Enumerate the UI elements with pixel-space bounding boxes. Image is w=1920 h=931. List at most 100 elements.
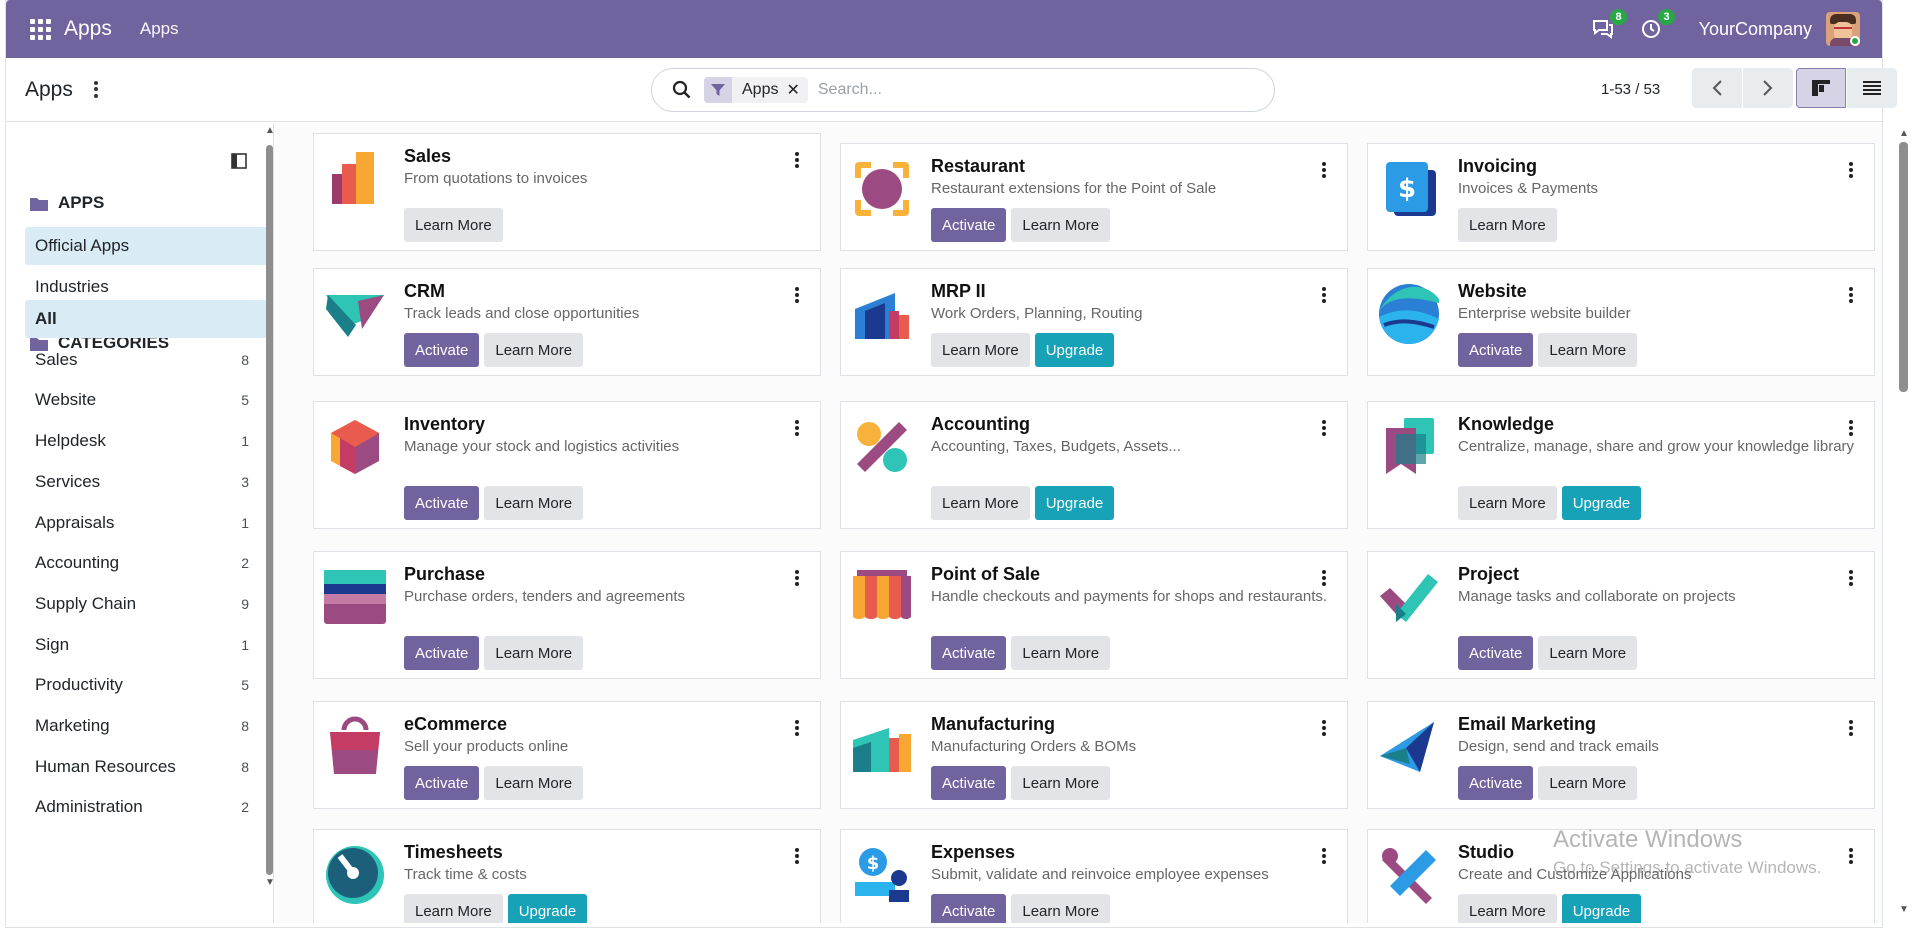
learn-more-button[interactable]: Learn More: [484, 486, 584, 520]
navbar-menu-apps[interactable]: Apps: [140, 19, 179, 39]
activate-button[interactable]: Activate: [404, 636, 480, 670]
app-card-manufacturing[interactable]: Manufacturing Manufacturing Orders & BOMs…: [840, 701, 1348, 809]
app-card-accounting[interactable]: Accounting Accounting, Taxes, Budgets, As…: [840, 401, 1348, 529]
navbar-brand[interactable]: Apps: [64, 17, 112, 41]
card-menu-icon[interactable]: [1848, 419, 1854, 437]
card-menu-icon[interactable]: [1321, 719, 1327, 737]
sidebar-category-appraisals[interactable]: Appraisals 1: [25, 504, 267, 542]
search-input[interactable]: [817, 81, 1274, 99]
learn-more-button[interactable]: Learn More: [484, 333, 584, 367]
activate-button[interactable]: Activate: [931, 208, 1007, 242]
card-menu-icon[interactable]: [1848, 569, 1854, 587]
learn-more-button[interactable]: Learn More: [1011, 766, 1111, 800]
activate-button[interactable]: Activate: [1458, 636, 1534, 670]
learn-more-button[interactable]: Learn More: [1538, 766, 1638, 800]
sidebar-category-sales[interactable]: Sales 8: [25, 341, 267, 379]
main-scrollbar[interactable]: ▲ ▼: [1896, 128, 1910, 922]
card-menu-icon[interactable]: [794, 719, 800, 737]
activate-button[interactable]: Activate: [1458, 766, 1534, 800]
app-card-knowledge[interactable]: Knowledge Centralize, manage, share and g…: [1367, 401, 1875, 529]
app-switcher-icon[interactable]: [28, 17, 52, 41]
app-card-point-of-sale[interactable]: Point of Sale Handle checkouts and paymen…: [840, 551, 1348, 679]
learn-more-button[interactable]: Learn More: [931, 486, 1030, 520]
sidebar-category-productivity[interactable]: Productivity 5: [25, 666, 267, 704]
activate-button[interactable]: Activate: [404, 486, 480, 520]
activate-button[interactable]: Activate: [1458, 333, 1534, 367]
learn-more-button[interactable]: Learn More: [931, 333, 1030, 367]
learn-more-button[interactable]: Learn More: [1011, 894, 1111, 923]
sidebar-category-administration[interactable]: Administration 2: [25, 788, 267, 826]
sidebar-category-sign[interactable]: Sign 1: [25, 626, 267, 664]
card-menu-icon[interactable]: [1321, 569, 1327, 587]
upgrade-button[interactable]: Upgrade: [1561, 486, 1642, 520]
app-card-email-marketing[interactable]: Email Marketing Design, send and track em…: [1367, 701, 1875, 809]
sidebar-category-accounting[interactable]: Accounting 2: [25, 544, 267, 582]
sidebar-category-helpdesk[interactable]: Helpdesk 1: [25, 422, 267, 460]
pager-next-button[interactable]: [1743, 68, 1793, 108]
app-card-studio[interactable]: Studio Create and Customize Applications L…: [1367, 829, 1875, 923]
app-card-expenses[interactable]: $ Expenses Submit, validate and reinvoice …: [840, 829, 1348, 923]
collapse-sidebar-icon[interactable]: [224, 146, 254, 176]
app-card-restaurant[interactable]: Restaurant Restaurant extensions for the …: [840, 143, 1348, 251]
sidebar-category-human-resources[interactable]: Human Resources 8: [25, 748, 267, 786]
upgrade-button[interactable]: Upgrade: [1034, 333, 1115, 367]
app-card-timesheets[interactable]: Timesheets Track time & costs Learn More Up…: [313, 829, 821, 923]
activate-button[interactable]: Activate: [931, 636, 1007, 670]
sidebar-item-official-apps[interactable]: Official Apps: [25, 227, 267, 265]
sidebar-category-marketing[interactable]: Marketing 8: [25, 707, 267, 745]
card-menu-icon[interactable]: [1848, 719, 1854, 737]
upgrade-button[interactable]: Upgrade: [1034, 486, 1115, 520]
card-menu-icon[interactable]: [1321, 847, 1327, 865]
search-icon[interactable]: [672, 80, 692, 100]
activate-button[interactable]: Activate: [931, 766, 1007, 800]
learn-more-button[interactable]: Learn More: [484, 766, 584, 800]
card-menu-icon[interactable]: [1848, 161, 1854, 179]
learn-more-button[interactable]: Learn More: [1458, 208, 1557, 242]
app-card-website[interactable]: Website Enterprise website builder Activat…: [1367, 268, 1875, 376]
learn-more-button[interactable]: Learn More: [1538, 636, 1638, 670]
upgrade-button[interactable]: Upgrade: [1561, 894, 1642, 923]
list-view-button[interactable]: [1847, 68, 1897, 108]
kanban-view-button[interactable]: [1796, 68, 1846, 108]
search-bar[interactable]: Apps ✕: [651, 68, 1275, 112]
card-menu-icon[interactable]: [1321, 419, 1327, 437]
card-menu-icon[interactable]: [794, 569, 800, 587]
card-menu-icon[interactable]: [794, 847, 800, 865]
sidebar-category-services[interactable]: Services 3: [25, 463, 267, 501]
pager-previous-button[interactable]: [1692, 68, 1742, 108]
activities-clock-icon[interactable]: 3: [1637, 9, 1675, 43]
card-menu-icon[interactable]: [1848, 286, 1854, 304]
learn-more-button[interactable]: Learn More: [404, 894, 503, 923]
activate-button[interactable]: Activate: [931, 894, 1007, 923]
pager-value[interactable]: 1-53 / 53: [1601, 81, 1660, 98]
app-card-mrp-ii[interactable]: MRP II Work Orders, Planning, Routing Lear…: [840, 268, 1348, 376]
learn-more-button[interactable]: Learn More: [1458, 486, 1557, 520]
messages-icon[interactable]: 8: [1589, 9, 1627, 43]
card-menu-icon[interactable]: [1321, 161, 1327, 179]
app-card-purchase[interactable]: Purchase Purchase orders, tenders and agr…: [313, 551, 821, 679]
app-card-inventory[interactable]: Inventory Manage your stock and logistics…: [313, 401, 821, 529]
actions-menu-icon[interactable]: [91, 80, 101, 100]
learn-more-button[interactable]: Learn More: [404, 208, 503, 242]
app-card-project[interactable]: Project Manage tasks and collaborate on p…: [1367, 551, 1875, 679]
sidebar-scrollbar[interactable]: ▲ ▼: [265, 125, 275, 888]
upgrade-button[interactable]: Upgrade: [507, 894, 588, 923]
learn-more-button[interactable]: Learn More: [1011, 636, 1111, 670]
remove-facet-icon[interactable]: ✕: [786, 80, 807, 100]
sidebar-category-all[interactable]: All: [25, 300, 267, 338]
app-card-sales[interactable]: Sales From quotations to invoices Learn Mo…: [313, 133, 821, 251]
activate-button[interactable]: Activate: [404, 333, 480, 367]
card-menu-icon[interactable]: [794, 286, 800, 304]
user-avatar[interactable]: [1826, 12, 1860, 46]
learn-more-button[interactable]: Learn More: [1011, 208, 1111, 242]
company-switcher[interactable]: YourCompany: [1699, 19, 1812, 40]
app-card-crm[interactable]: CRM Track leads and close opportunities Ac…: [313, 268, 821, 376]
card-menu-icon[interactable]: [794, 151, 800, 169]
card-menu-icon[interactable]: [1848, 847, 1854, 865]
card-menu-icon[interactable]: [1321, 286, 1327, 304]
activate-button[interactable]: Activate: [404, 766, 480, 800]
learn-more-button[interactable]: Learn More: [484, 636, 584, 670]
learn-more-button[interactable]: Learn More: [1538, 333, 1638, 367]
learn-more-button[interactable]: Learn More: [1458, 894, 1557, 923]
sidebar-category-supply-chain[interactable]: Supply Chain 9: [25, 585, 267, 623]
